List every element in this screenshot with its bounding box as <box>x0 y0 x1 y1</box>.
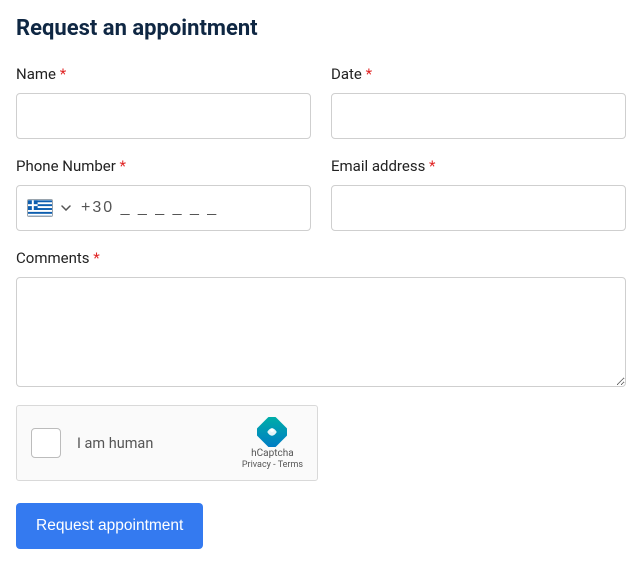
required-marker: * <box>429 157 435 175</box>
required-marker: * <box>120 157 126 175</box>
captcha-links[interactable]: Privacy - Terms <box>242 460 303 470</box>
email-input[interactable] <box>331 185 626 231</box>
comments-input[interactable] <box>16 277 626 387</box>
captcha-text: I am human <box>77 435 242 452</box>
email-label-text: Email address <box>331 157 429 175</box>
country-flag-icon[interactable] <box>27 199 53 217</box>
hcaptcha-widget: I am human hCaptcha Privacy - Terms <box>16 405 318 481</box>
date-field: Date * <box>331 65 626 139</box>
captcha-brand: hCaptcha <box>251 448 294 459</box>
required-marker: * <box>60 65 66 83</box>
name-label-text: Name <box>16 65 60 83</box>
chevron-down-icon[interactable] <box>61 205 71 211</box>
phone-input[interactable] <box>79 198 300 218</box>
phone-label-text: Phone Number <box>16 157 120 175</box>
comments-label: Comments * <box>16 249 626 267</box>
phone-input-wrap <box>16 185 311 231</box>
phone-label: Phone Number * <box>16 157 311 175</box>
captcha-branding: hCaptcha Privacy - Terms <box>242 417 303 470</box>
date-input[interactable] <box>331 93 626 139</box>
comments-label-text: Comments <box>16 249 93 267</box>
required-marker: * <box>93 249 99 267</box>
name-field: Name * <box>16 65 311 139</box>
page-title: Request an appointment <box>16 16 626 41</box>
email-label: Email address * <box>331 157 626 175</box>
email-field: Email address * <box>331 157 626 231</box>
required-marker: * <box>366 65 372 83</box>
date-label-text: Date <box>331 65 366 83</box>
hcaptcha-icon <box>257 417 287 447</box>
name-input[interactable] <box>16 93 311 139</box>
name-label: Name * <box>16 65 311 83</box>
submit-button[interactable]: Request appointment <box>16 503 203 549</box>
phone-field: Phone Number * <box>16 157 311 231</box>
date-label: Date * <box>331 65 626 83</box>
captcha-checkbox[interactable] <box>31 428 61 458</box>
comments-field: Comments * <box>16 249 626 387</box>
